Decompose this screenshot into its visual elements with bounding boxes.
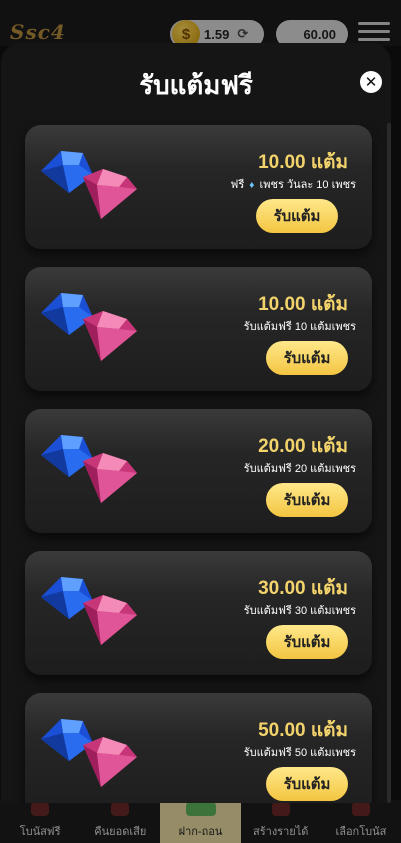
gems-icon	[41, 151, 137, 219]
reward-description: รับแต้มฟรี 20 แต้มเพชร	[243, 463, 356, 475]
free-points-modal: รับแต้มฟรี ✕ 10.00 แต้ม ฟรี ♦ เพชร วันละ…	[1, 43, 391, 803]
claim-button[interactable]: รับแต้ม	[266, 767, 348, 801]
reward-desc-prefix: ฟรี	[230, 179, 245, 191]
reward-description: รับแต้มฟรี 30 แต้มเพชร	[243, 605, 356, 617]
blue-diamond-icon	[41, 577, 93, 619]
blue-diamond-icon	[41, 719, 93, 761]
gems-icon	[41, 435, 137, 503]
reward-description: ฟรี ♦ เพชร วันละ 10 เพชร	[231, 175, 356, 193]
reward-amount: 10.00 แต้ม	[258, 294, 348, 315]
claim-button[interactable]: รับแต้ม	[266, 341, 348, 375]
reward-card: 10.00 แต้ม รับแต้มฟรี 10 แต้มเพชร รับแต้…	[25, 267, 372, 391]
pink-diamond-icon	[83, 169, 137, 219]
pink-diamond-icon	[83, 595, 137, 645]
gems-icon	[41, 293, 137, 361]
gems-icon	[41, 577, 137, 645]
modal-title: รับแต้มฟรี	[139, 70, 253, 100]
reward-amount: 10.00 แต้ม	[258, 152, 348, 173]
blue-diamond-icon	[41, 151, 93, 193]
pink-diamond-icon	[83, 311, 137, 361]
reward-description: รับแต้มฟรี 50 แต้มเพชร	[243, 747, 356, 759]
pink-diamond-icon	[83, 737, 137, 787]
scrollbar[interactable]	[387, 123, 391, 803]
reward-card: 10.00 แต้ม ฟรี ♦ เพชร วันละ 10 เพชร รับแ…	[25, 125, 372, 249]
reward-amount: 30.00 แต้ม	[258, 578, 348, 599]
reward-card: 50.00 แต้ม รับแต้มฟรี 50 แต้มเพชร รับแต้…	[25, 693, 372, 803]
blue-diamond-icon	[41, 435, 93, 477]
pink-diamond-icon	[83, 453, 137, 503]
diamond-icon: ♦	[249, 180, 255, 191]
blue-diamond-icon	[41, 293, 93, 335]
claim-button[interactable]: รับแต้ม	[256, 199, 338, 233]
reward-card: 20.00 แต้ม รับแต้มฟรี 20 แต้มเพชร รับแต้…	[25, 409, 372, 533]
close-icon[interactable]: ✕	[360, 71, 382, 93]
reward-list: 10.00 แต้ม ฟรี ♦ เพชร วันละ 10 เพชร รับแ…	[25, 125, 375, 803]
reward-amount: 20.00 แต้ม	[258, 436, 348, 457]
gems-icon	[41, 719, 137, 787]
reward-desc-suffix: เพชร วันละ 10 เพชร	[259, 179, 356, 191]
reward-amount: 50.00 แต้ม	[258, 720, 348, 741]
claim-button[interactable]: รับแต้ม	[266, 483, 348, 517]
reward-description: รับแต้มฟรี 10 แต้มเพชร	[243, 321, 356, 333]
claim-button[interactable]: รับแต้ม	[266, 625, 348, 659]
reward-card: 30.00 แต้ม รับแต้มฟรี 30 แต้มเพชร รับแต้…	[25, 551, 372, 675]
